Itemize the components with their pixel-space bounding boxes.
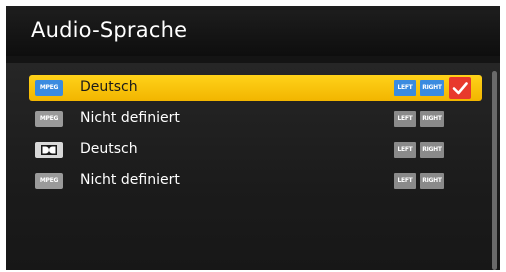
audio-track-item[interactable]: MPEG Deutsch LEFT RIGHT bbox=[29, 75, 482, 101]
dolby-digital-icon bbox=[35, 142, 63, 158]
audio-track-language: Deutsch bbox=[80, 79, 138, 95]
channel-left-badge[interactable]: LEFT bbox=[394, 173, 416, 189]
channel-right-badge[interactable]: RIGHT bbox=[420, 142, 444, 158]
mpeg-icon: MPEG bbox=[35, 111, 63, 127]
audio-track-language: Nicht definiert bbox=[80, 172, 180, 188]
audio-track-item[interactable]: MPEG Nicht definiert LEFT RIGHT bbox=[29, 106, 482, 132]
mpeg-icon: MPEG bbox=[35, 80, 63, 96]
audio-track-language: Nicht definiert bbox=[80, 110, 180, 126]
audio-language-screen: Audio-Sprache MPEG Deutsch LEFT RIGHT MP… bbox=[6, 6, 500, 270]
audio-track-panel: MPEG Deutsch LEFT RIGHT MPEG Nicht defin… bbox=[6, 63, 500, 270]
scrollbar-thumb[interactable] bbox=[492, 71, 497, 270]
channel-right-badge[interactable]: RIGHT bbox=[420, 173, 444, 189]
checkmark-icon bbox=[449, 77, 471, 99]
channel-right-badge[interactable]: RIGHT bbox=[420, 111, 444, 127]
audio-track-item[interactable]: MPEG Nicht definiert LEFT RIGHT bbox=[29, 168, 482, 194]
audio-track-list: MPEG Deutsch LEFT RIGHT MPEG Nicht defin… bbox=[29, 75, 482, 199]
audio-track-item[interactable]: Deutsch LEFT RIGHT bbox=[29, 137, 482, 163]
scrollbar[interactable] bbox=[492, 71, 497, 270]
channel-right-badge[interactable]: RIGHT bbox=[420, 80, 444, 96]
mpeg-icon: MPEG bbox=[35, 173, 63, 189]
channel-left-badge[interactable]: LEFT bbox=[394, 111, 416, 127]
channel-left-badge[interactable]: LEFT bbox=[394, 142, 416, 158]
page-title: Audio-Sprache bbox=[31, 18, 188, 42]
audio-track-language: Deutsch bbox=[80, 141, 138, 157]
channel-left-badge[interactable]: LEFT bbox=[394, 80, 416, 96]
header-bar: Audio-Sprache bbox=[6, 6, 500, 56]
